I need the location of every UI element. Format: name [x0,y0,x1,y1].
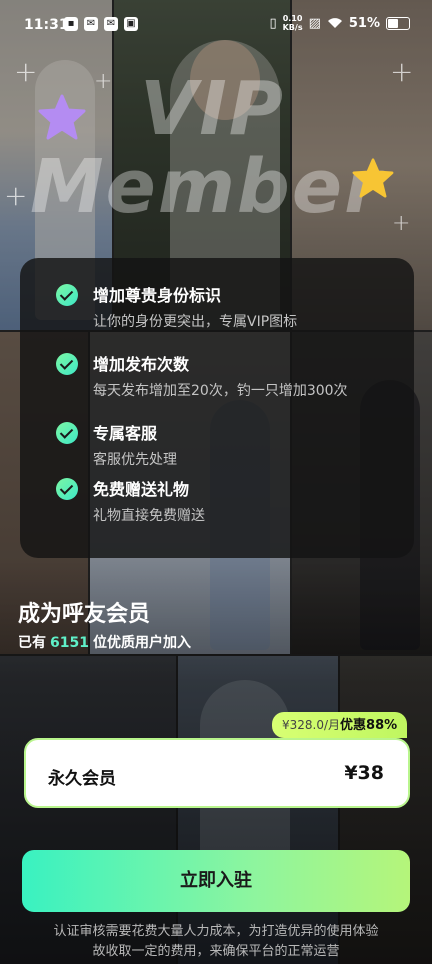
plus-icon: + [392,211,411,236]
app-notification-icon: ▪ [64,17,78,31]
network-speed: 0.10 KB/s [283,14,303,32]
join-now-button[interactable]: 立即入驻 [22,850,410,912]
member-count-suffix: 位优质用户加入 [92,635,191,651]
inbox-icon: ▣ [124,17,138,31]
benefit-title: 增加尊贵身份标识 [93,286,222,305]
benefit-desc: 每天发布增加至20次，钓一只增加300次 [93,383,348,399]
mail-icon: ✉ [104,17,118,31]
purple-star-icon [38,94,86,140]
battery-text: 51% [348,15,380,31]
vibrate-icon: ▯ [269,15,277,31]
benefits-card: 增加尊贵身份标识 让你的身份更突出，专属VIP图标 增加发布次数 每天发布增加至… [20,258,414,558]
disclaimer-line-2: 故收取一定的费用，来确保平台的正常运营 [92,944,340,959]
plus-icon: + [14,55,38,88]
status-time: 11:31 [24,17,69,33]
member-count-line: 已有 6151 位优质用户加入 [18,632,191,652]
hero-vip-text: VIP [140,66,286,152]
hero-member-text: Member [30,144,383,230]
benefit-desc: 让你的身份更突出，专属VIP图标 [93,314,298,330]
check-icon [56,422,78,444]
benefit-desc: 礼物直接免费赠送 [93,508,205,524]
original-price: ¥328.0/月 [282,718,341,732]
check-icon [56,353,78,375]
benefit-desc: 客服优先处理 [93,452,177,468]
plan-price: ¥38 [344,762,384,784]
plan-name: 永久会员 [48,769,116,789]
membership-headline: 成为呼友会员 [18,602,151,627]
sim-icon: ▨ [308,15,321,31]
plan-option-permanent[interactable]: 永久会员 ¥38 [24,738,410,808]
net-speed-unit: KB/s [282,23,303,32]
notification-icons: ▪ ✉ ✉ ▣ [64,17,138,31]
discount-text: 优惠88% [340,718,398,733]
check-icon [56,478,78,500]
member-count: 6151 [50,635,89,651]
net-speed-value: 0.10 [282,14,303,23]
battery-icon [386,16,410,30]
yellow-star-icon [352,158,394,198]
member-count-prefix: 已有 [18,635,46,651]
wifi-icon [327,18,342,28]
plus-icon: + [390,55,414,88]
check-icon [56,284,78,306]
status-bar: 11:31 ▪ ✉ ✉ ▣ ▯ 0.10 KB/s ▨ 51% [0,0,432,50]
plus-icon: + [94,69,113,94]
disclaimer-line-1: 认证审核需要花费大量人力成本，为打造优异的使用体验 [53,924,379,939]
benefit-title: 增加发布次数 [93,355,190,374]
plus-icon: + [4,179,28,212]
status-right: ▯ 0.10 KB/s ▨ 51% [269,14,410,32]
message-icon: ✉ [84,17,98,31]
benefit-title: 专属客服 [93,424,158,443]
benefit-title: 免费赠送礼物 [93,480,190,499]
discount-badge: ¥328.0/月优惠88% [272,712,408,738]
